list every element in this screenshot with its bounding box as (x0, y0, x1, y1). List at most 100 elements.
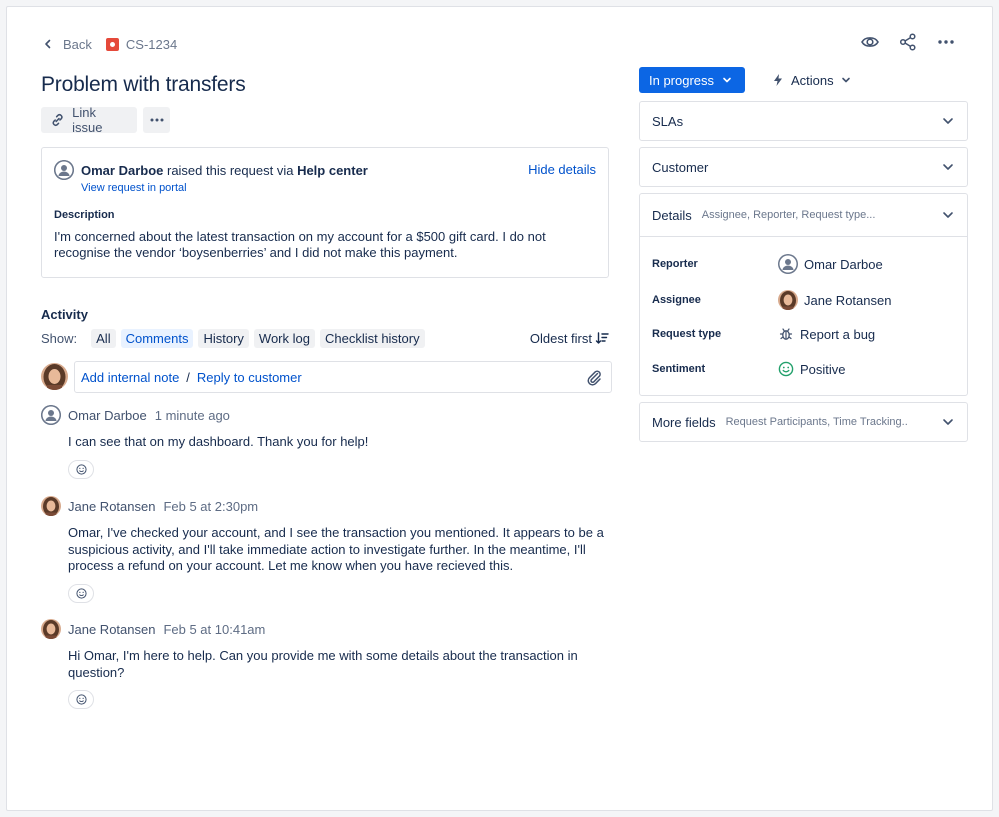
panel-title: SLAs (652, 113, 684, 129)
comment-body: Hi Omar, I'm here to help. Can you provi… (68, 648, 578, 680)
assignee-field: Assignee Jane Rotansen (652, 290, 891, 310)
link-icon (52, 114, 63, 126)
emoji-icon (75, 694, 87, 705)
hide-details-link[interactable]: Hide details (528, 162, 596, 177)
issue-key[interactable]: CS-1234 (126, 37, 177, 52)
link-issue-button[interactable]: Link issue (41, 105, 137, 135)
actions-label: Actions (791, 72, 834, 88)
avatar[interactable] (41, 496, 61, 516)
slas-panel: SLAs (639, 101, 968, 141)
chevron-down-icon (943, 164, 953, 170)
field-value[interactable]: Omar Darboe (804, 257, 883, 272)
comment: Jane Rotansen Feb 5 at 2:30pm Omar, I've… (41, 496, 611, 603)
avatar[interactable] (41, 619, 61, 639)
watch-icon[interactable] (860, 32, 880, 52)
avatar[interactable] (41, 405, 61, 425)
field-label: Sentiment (652, 363, 706, 375)
filter-all[interactable]: All (91, 328, 116, 348)
reporter-field: Reporter Omar Darboe (652, 254, 883, 274)
panel-subtitle: Request Participants, Time Tracking.. (725, 416, 908, 428)
sort-order-button[interactable]: Oldest first (530, 331, 609, 346)
description-label: Description (54, 209, 115, 221)
page-title: Problem with transfers (41, 73, 246, 96)
customer-panel: Customer (639, 147, 968, 187)
activity-filters: Show: All Comments History Work log Chec… (41, 327, 609, 349)
comment-author[interactable]: Jane Rotansen (68, 622, 155, 637)
sentiment-field: Sentiment Positive (652, 361, 846, 377)
panel-title: Details (652, 207, 692, 223)
chevron-down-icon (841, 77, 850, 83)
status-dropdown[interactable]: In progress (639, 67, 745, 93)
comment: Omar Darboe 1 minute ago I can see that … (41, 405, 611, 479)
comment-composer[interactable]: Add internal note / Reply to customer (74, 361, 612, 393)
raised-text: raised this request via (163, 162, 298, 178)
emoji-icon (75, 587, 87, 599)
filter-comments[interactable]: Comments (120, 328, 194, 348)
add-reaction-button[interactable] (68, 459, 94, 479)
sort-icon (595, 332, 609, 344)
bug-icon (779, 328, 793, 340)
comment-author[interactable]: Jane Rotansen (68, 499, 155, 514)
header-actions (860, 32, 956, 52)
field-label: Request type (652, 328, 722, 340)
link-issue-label: Link issue (72, 105, 103, 135)
avatar[interactable] (54, 160, 74, 180)
more-icon[interactable] (936, 32, 956, 52)
chevron-down-icon (723, 77, 731, 83)
field-value[interactable]: Jane Rotansen (804, 293, 891, 308)
comment-body: I can see that on my dashboard. Thank yo… (68, 434, 369, 449)
share-icon[interactable] (898, 32, 918, 52)
more-actions-button[interactable] (143, 107, 170, 133)
activity-heading: Activity (41, 307, 88, 322)
add-reaction-button[interactable] (68, 690, 94, 709)
show-label: Show: (41, 330, 78, 346)
filter-history[interactable]: History (198, 328, 249, 348)
view-portal-link[interactable]: View request in portal (81, 182, 187, 194)
issue-view: Back CS-1234 Problem with transfers Link… (6, 6, 993, 811)
details-panel: Details Assignee, Reporter, Request type… (639, 193, 968, 396)
more-fields-panel: More fields Request Participants, Time T… (639, 402, 968, 442)
attachment-icon[interactable] (585, 368, 603, 386)
comment-time: Feb 5 at 2:30pm (163, 498, 259, 514)
field-label: Reporter (652, 258, 698, 270)
back-link[interactable]: Back (63, 37, 92, 52)
details-panel-header[interactable]: Details Assignee, Reporter, Request type… (640, 194, 967, 237)
avatar[interactable] (778, 254, 798, 274)
slas-panel-header[interactable]: SLAs (640, 102, 967, 140)
reply-to-customer-link[interactable]: Reply to customer (197, 370, 302, 385)
chevron-down-icon (943, 419, 953, 425)
lightning-icon (774, 74, 782, 86)
comment-body: Omar, I've checked your account, and I s… (68, 525, 604, 573)
more-icon (150, 118, 163, 122)
reporter-name[interactable]: Omar Darboe (81, 163, 163, 178)
panel-subtitle: Assignee, Reporter, Request type... (701, 209, 876, 221)
description-text: I'm concerned about the latest transacti… (54, 229, 546, 260)
request-type-field: Request type Report a bug (652, 326, 875, 342)
bug-icon (105, 37, 119, 51)
avatar[interactable] (778, 290, 798, 310)
chevron-down-icon (943, 212, 953, 218)
more-fields-panel-header[interactable]: More fields Request Participants, Time T… (640, 403, 967, 441)
actions-dropdown[interactable]: Actions (771, 67, 852, 93)
add-reaction-button[interactable] (68, 583, 94, 603)
field-value[interactable]: Positive (800, 362, 846, 377)
panel-title: More fields (652, 414, 716, 430)
customer-panel-header[interactable]: Customer (640, 148, 967, 186)
comment-time: 1 minute ago (154, 407, 230, 423)
comment-author[interactable]: Omar Darboe (68, 408, 147, 423)
comment: Jane Rotansen Feb 5 at 10:41am Hi Omar, … (41, 619, 611, 709)
filter-work-log[interactable]: Work log (253, 328, 315, 348)
request-channel: Help center (297, 162, 368, 178)
filter-checklist-history[interactable]: Checklist history (319, 328, 425, 348)
comment-time: Feb 5 at 10:41am (163, 621, 266, 637)
emoji-icon (75, 463, 87, 475)
add-internal-note-link[interactable]: Add internal note (81, 370, 179, 385)
chevron-left-icon[interactable] (41, 37, 55, 51)
request-details: Omar Darboe raised this request via Help… (41, 147, 609, 278)
field-value[interactable]: Report a bug (800, 327, 875, 342)
breadcrumb: Back CS-1234 (41, 34, 177, 54)
smiley-icon (778, 361, 794, 377)
field-label: Assignee (652, 294, 701, 306)
sort-label: Oldest first (529, 330, 592, 346)
request-header: Omar Darboe raised this request via Help… (54, 160, 368, 180)
